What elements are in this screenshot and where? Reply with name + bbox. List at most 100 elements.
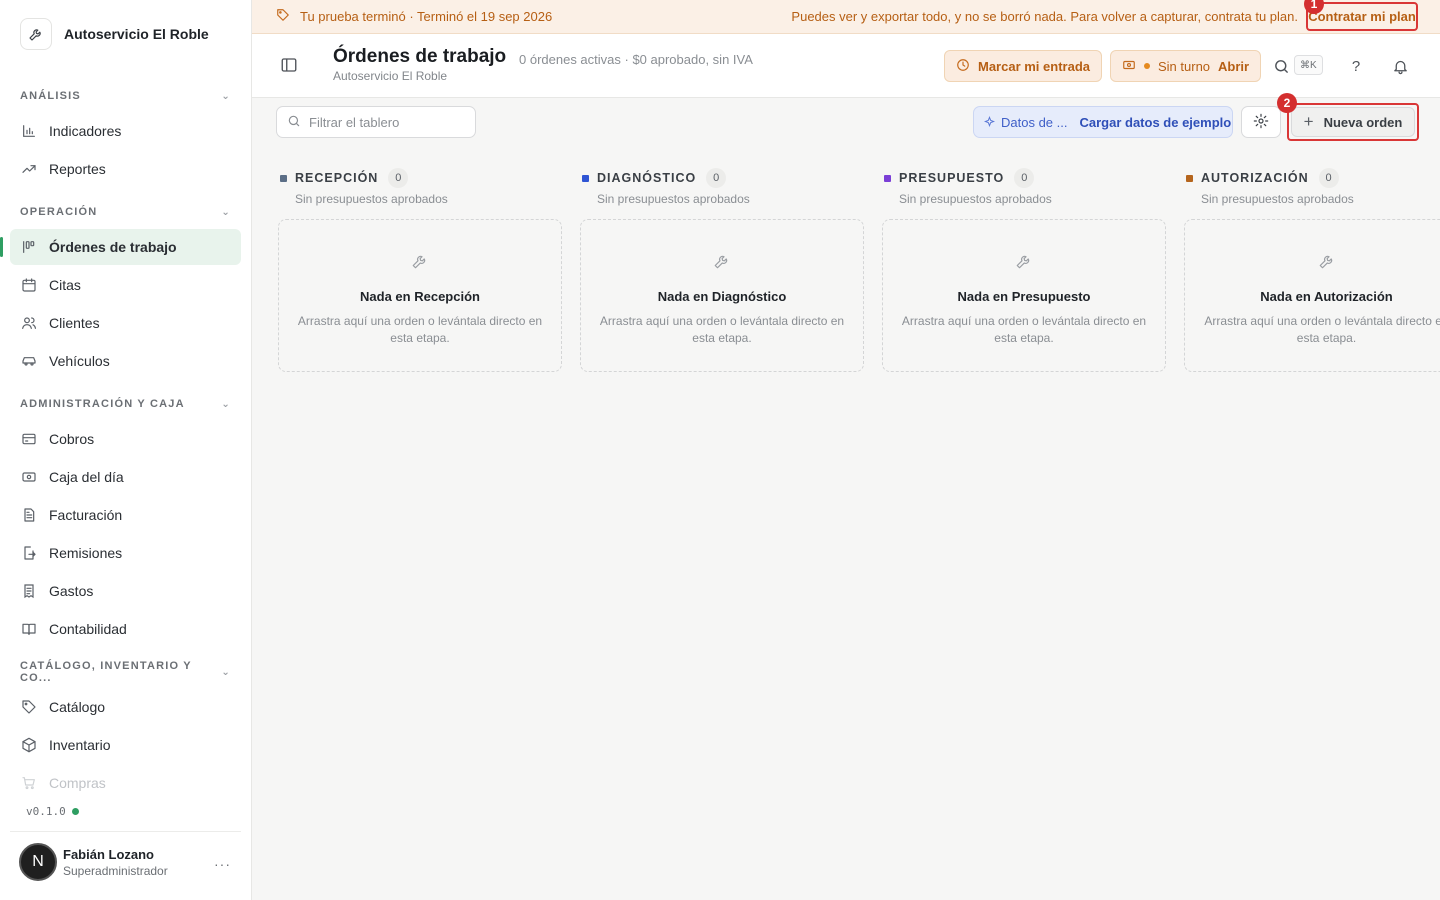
version-label: v0.1.0 [26,805,66,818]
trial-banner: Tu prueba terminó · Terminó el 19 sep 20… [252,0,1440,34]
sidebar-item-indicadores[interactable]: Indicadores [10,113,241,149]
sidebar-item-label: Contabilidad [49,621,127,637]
load-sample-data-button[interactable]: Datos de ... Cargar datos de ejemplo [973,106,1233,138]
sidebar-item-label: Compras [49,775,106,791]
sidebar-toggle-icon[interactable] [280,56,300,76]
nav-section-catalogo: CATÁLOGO, INVENTARIO Y CO... ⌄ Catálogo … [10,657,241,801]
file-arrow-icon [20,545,37,562]
search-icon[interactable] [1271,56,1291,76]
wrench-icon [713,252,731,270]
sidebar-item-facturacion[interactable]: Facturación [10,497,241,533]
search-shortcut: ⌘K [1294,55,1323,75]
column-header: PRESUPUESTO 0 [882,166,1166,190]
sidebar-item-label: Órdenes de trabajo [49,239,177,255]
sidebar-item-label: Remisiones [49,545,123,561]
user-name: Fabián Lozano [63,846,154,862]
column-header: AUTORIZACIÓN 0 [1184,166,1440,190]
nav-section-operacion: OPERACIÓN ⌄ Órdenes de trabajo Citas Cli… [0,197,241,379]
status-dot [1144,63,1150,69]
empty-state-text: Arrastra aquí una orden o levántala dire… [599,314,845,345]
sidebar-item-inventario[interactable]: Inventario [10,727,241,763]
bell-icon[interactable] [1390,56,1410,76]
empty-state-title: Nada en Recepción [360,289,480,304]
sidebar-item-label: Gastos [49,583,94,599]
sidebar-item-clientes[interactable]: Clientes [10,305,241,341]
sidebar-item-label: Citas [49,277,81,293]
chevron-down-icon: ⌄ [221,90,231,102]
shift-button[interactable]: Sin turno Abrir [1110,50,1262,82]
column-drop-zone[interactable]: Nada en Diagnóstico Arrastra aquí una or… [580,219,864,372]
brand-name: Autoservicio El Roble [64,26,209,42]
board-filter[interactable] [276,106,476,138]
tag-icon [20,699,37,716]
sidebar-item-caja[interactable]: Caja del día [10,459,241,495]
shift-action: Abrir [1218,58,1250,74]
brand[interactable]: Autoservicio El Roble [20,18,209,50]
sparkle-icon [983,115,996,130]
sidebar-item-compras[interactable]: Compras [10,765,241,801]
bar-chart-icon [20,123,37,140]
new-order-highlight: + Nueva orden [1287,103,1419,141]
sidebar-item-vehiculos[interactable]: Vehículos [10,343,241,379]
sidebar-item-label: Inventario [49,737,111,753]
chevron-down-icon: ⌄ [221,398,231,410]
column-drop-zone[interactable]: Nada en Autorización Arrastra aquí una o… [1184,219,1440,372]
empty-state-text: Arrastra aquí una orden o levántala dire… [1204,314,1440,345]
wrench-icon [411,252,429,270]
app-version: v0.1.0 [26,805,79,818]
stage-color-dot [280,174,287,182]
shift-status: Sin turno [1158,58,1211,74]
sidebar-item-label: Catálogo [49,699,106,715]
sidebar-item-label: Facturación [49,507,123,523]
column-header: DIAGNÓSTICO 0 [580,166,864,190]
wrench-icon [1015,252,1033,270]
empty-state-title: Nada en Autorización [1260,289,1393,304]
new-order-button[interactable]: + Nueva orden [1291,107,1415,137]
column-title: RECEPCIÓN [295,171,379,185]
section-title: ANÁLISIS [20,90,81,102]
calendar-icon [20,277,37,294]
filter-input[interactable] [309,114,459,130]
section-toggle-analisis[interactable]: ANÁLISIS ⌄ [10,81,241,111]
board-settings-button[interactable] [1241,106,1281,138]
column-subtitle: Sin presupuestos aprobados [597,192,750,206]
sample-action: Cargar datos de ejemplo [1079,114,1232,130]
help-icon[interactable]: ? [1346,56,1366,76]
sidebar-item-label: Clientes [49,315,100,331]
receipt-icon [20,583,37,600]
column-count: 0 [388,168,409,188]
section-toggle-administracion[interactable]: ADMINISTRACIÓN Y CAJA ⌄ [10,389,241,419]
column-drop-zone[interactable]: Nada en Presupuesto Arrastra aquí una or… [882,219,1166,372]
empty-state-text: Arrastra aquí una orden o levántala dire… [297,314,543,345]
check-in-button[interactable]: Marcar mi entrada [944,50,1102,82]
sidebar-item-label: Indicadores [49,123,122,139]
user-info: Fabián Lozano Superadministrador [63,847,168,878]
sidebar-item-cobros[interactable]: Cobros [10,421,241,457]
sidebar-item-contabilidad[interactable]: Contabilidad [10,611,241,647]
sidebar-item-ordenes[interactable]: Órdenes de trabajo [0,229,241,265]
wrench-icon [20,18,52,50]
sidebar-item-citas[interactable]: Citas [10,267,241,303]
section-toggle-operacion[interactable]: OPERACIÓN ⌄ [10,197,241,227]
sidebar-item-catalogo[interactable]: Catálogo [10,689,241,725]
orders-summary: 0 órdenes activas · $0 aprobado, sin IVA [519,52,753,67]
search-icon [287,114,301,131]
empty-state-text: Arrastra aquí una orden o levántala dire… [901,314,1147,345]
sidebar-item-label: Cobros [49,431,95,447]
sidebar-item-remisiones[interactable]: Remisiones [10,535,241,571]
invoice-icon [20,507,37,524]
nav-section-administracion: ADMINISTRACIÓN Y CAJA ⌄ Cobros Caja del … [10,389,241,647]
more-options-icon[interactable]: ··· [214,856,231,872]
section-toggle-catalogo[interactable]: CATÁLOGO, INVENTARIO Y CO... ⌄ [10,657,241,687]
empty-state-title: Nada en Diagnóstico [657,289,787,304]
sidebar-item-gastos[interactable]: Gastos [10,573,241,609]
banner-info: Puedes ver y exportar todo, y no se borr… [791,9,1298,24]
check-in-label: Marcar mi entrada [978,58,1090,74]
column-drop-zone[interactable]: Nada en Recepción Arrastra aquí una orde… [278,219,562,372]
board-column-presupuesto: PRESUPUESTO 0 Sin presupuestos aprobados… [882,166,1166,372]
user-menu[interactable]: N Fabián Lozano Superadministrador ··· [19,843,241,881]
sidebar-item-reportes[interactable]: Reportes [10,151,241,187]
users-icon [20,315,37,332]
chevron-down-icon: ⌄ [221,206,231,218]
gear-icon [1253,113,1269,132]
